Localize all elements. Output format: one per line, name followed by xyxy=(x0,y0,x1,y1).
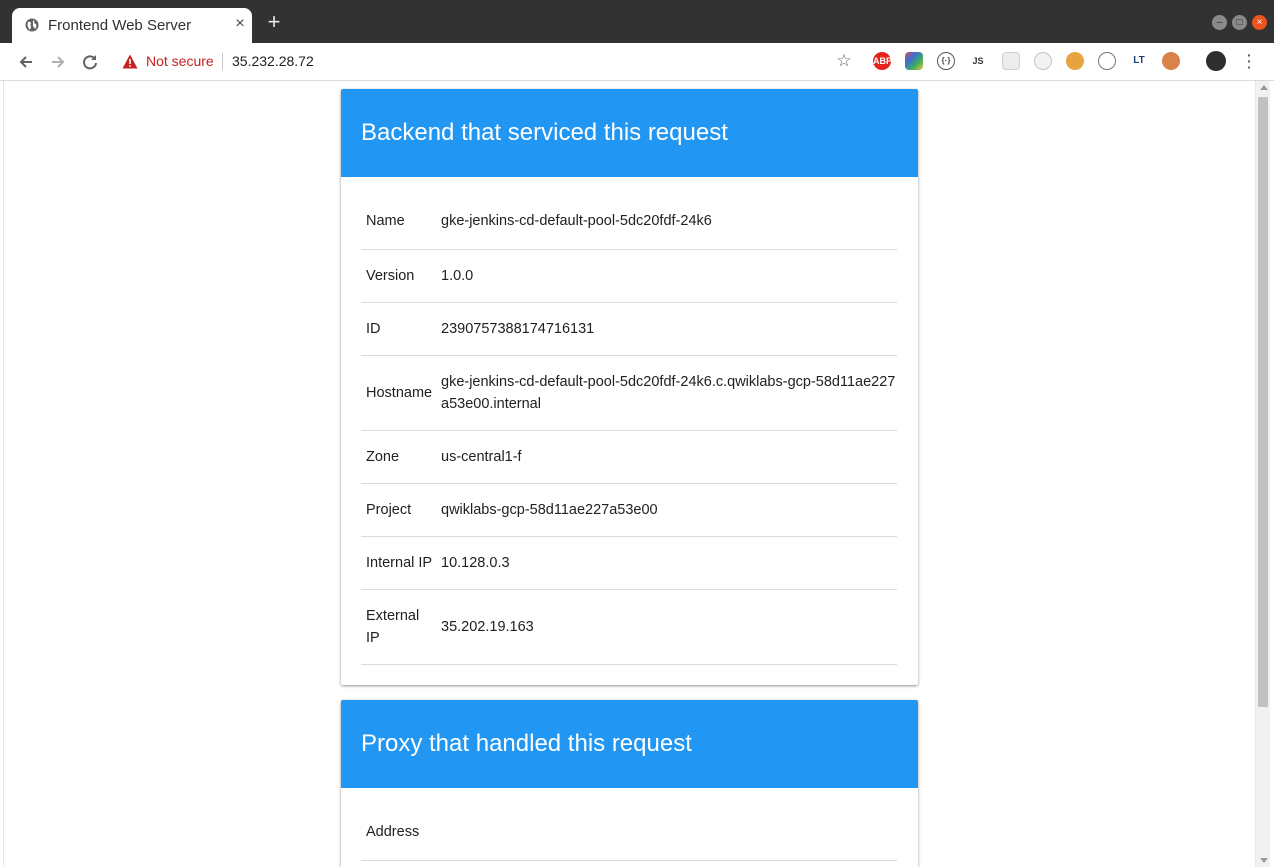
warning-icon[interactable] xyxy=(122,54,138,69)
row-key: ID xyxy=(366,321,381,337)
minimize-window-button[interactable]: – xyxy=(1212,15,1227,30)
lt-ext-label: LT xyxy=(1133,55,1145,66)
row-key: External IP xyxy=(366,608,420,646)
scrollbar-thumb[interactable] xyxy=(1258,97,1268,707)
adblock-plus-icon[interactable]: ABP xyxy=(873,52,893,70)
scroll-up-arrow-icon[interactable] xyxy=(1260,85,1268,90)
table-row: External IP 35.202.19.163 xyxy=(361,590,897,665)
backend-info-table: Name gke-jenkins-cd-default-pool-5dc20fd… xyxy=(361,199,897,665)
close-tab-icon[interactable]: × xyxy=(232,16,248,32)
backend-card-title: Backend that serviced this request xyxy=(361,119,728,146)
table-row: Name gke-jenkins-cd-default-pool-5dc20fd… xyxy=(361,199,897,250)
table-row: Address xyxy=(361,810,897,861)
row-key: Address xyxy=(366,824,420,840)
row-key: Internal IP xyxy=(366,555,433,571)
json-viewer-icon[interactable]: {·} xyxy=(937,52,955,70)
grid-ext-icon[interactable] xyxy=(1002,52,1020,70)
browser-menu-icon[interactable]: ⋮ xyxy=(1240,52,1258,72)
address-bar-url[interactable]: 35.232.28.72 xyxy=(232,53,314,69)
back-arrow-icon[interactable] xyxy=(15,51,37,73)
row-key: Project xyxy=(366,502,412,518)
close-window-button[interactable]: × xyxy=(1252,15,1267,30)
globe-icon xyxy=(25,18,39,32)
browser-toolbar: Not secure 35.232.28.72 ☆ ABP {·} JS LT … xyxy=(0,43,1274,81)
row-key: Zone xyxy=(366,449,400,465)
adblock-plus-label: ABP xyxy=(873,56,893,66)
table-row: Version 1.0.0 xyxy=(361,250,897,303)
table-row: Internal IP 10.128.0.3 xyxy=(361,537,897,590)
not-secure-label[interactable]: Not secure xyxy=(146,53,214,69)
proxy-info-table: Address xyxy=(361,810,897,861)
color-picker-icon[interactable] xyxy=(905,52,923,70)
js-toggle-label: JS xyxy=(972,56,984,66)
row-value: 2390757388174716131 xyxy=(441,321,595,337)
tab-title: Frontend Web Server xyxy=(48,17,192,34)
profile-avatar[interactable] xyxy=(1206,51,1226,71)
page-viewport: Backend that serviced this request Name … xyxy=(0,81,1274,867)
vertical-scrollbar[interactable] xyxy=(1255,81,1270,867)
table-row: ID 2390757388174716131 xyxy=(361,303,897,356)
scroll-down-arrow-icon[interactable] xyxy=(1260,858,1268,863)
table-row: Project qwiklabs-gcp-58d11ae227a53e00 xyxy=(361,484,897,537)
timer-ext-icon[interactable] xyxy=(1034,52,1052,70)
row-key: Version xyxy=(366,268,415,284)
row-value: 10.128.0.3 xyxy=(441,555,510,571)
table-row: Hostname gke-jenkins-cd-default-pool-5dc… xyxy=(361,356,897,431)
window-left-edge xyxy=(0,81,4,867)
window-titlebar: Frontend Web Server × + – □ × xyxy=(0,0,1274,43)
row-value: us-central1-f xyxy=(441,449,522,465)
row-value: 1.0.0 xyxy=(441,268,474,284)
forward-arrow-icon[interactable] xyxy=(47,51,69,73)
js-toggle-icon[interactable]: JS xyxy=(969,52,987,70)
proxy-card: Proxy that handled this request Address xyxy=(341,700,918,867)
row-value: 35.202.19.163 xyxy=(441,619,534,635)
table-row: Zone us-central1-f xyxy=(361,431,897,484)
backend-card: Backend that serviced this request Name … xyxy=(341,89,918,685)
bookmark-star-icon[interactable]: ☆ xyxy=(834,51,854,71)
maximize-window-button[interactable]: □ xyxy=(1232,15,1247,30)
network-ext-icon[interactable] xyxy=(1098,52,1116,70)
row-key: Hostname xyxy=(366,385,433,401)
row-value: gke-jenkins-cd-default-pool-5dc20fdf-24k… xyxy=(441,374,896,412)
monkey-ext-icon[interactable] xyxy=(1162,52,1180,70)
json-viewer-label: {·} xyxy=(941,56,951,65)
browser-tab[interactable]: Frontend Web Server × xyxy=(12,8,252,43)
cookie-icon[interactable] xyxy=(1066,52,1084,70)
reload-icon[interactable] xyxy=(79,51,101,73)
new-tab-button[interactable]: + xyxy=(264,11,284,33)
url-separator xyxy=(222,53,223,70)
proxy-card-title: Proxy that handled this request xyxy=(361,730,692,757)
row-value: gke-jenkins-cd-default-pool-5dc20fdf-24k… xyxy=(441,213,712,229)
row-value: qwiklabs-gcp-58d11ae227a53e00 xyxy=(441,502,658,518)
row-key: Name xyxy=(366,213,405,229)
lt-ext-icon[interactable]: LT xyxy=(1130,52,1148,70)
